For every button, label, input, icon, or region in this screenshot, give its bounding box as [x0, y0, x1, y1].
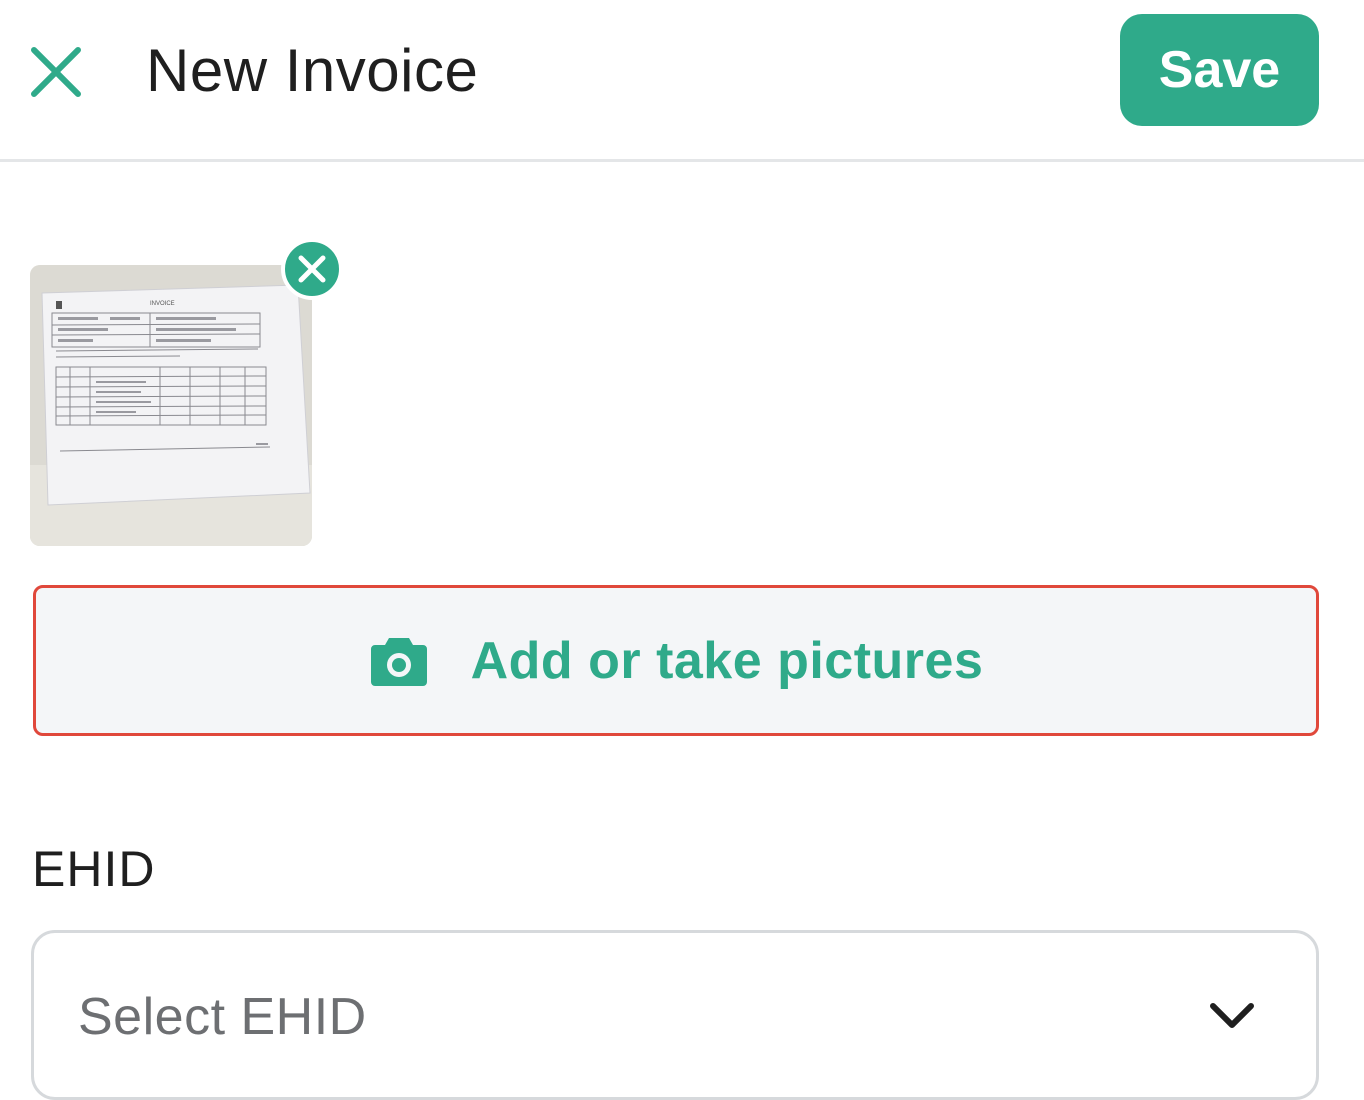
chevron-down-icon — [1210, 1003, 1254, 1028]
add-pictures-button[interactable]: Add or take pictures — [33, 585, 1319, 736]
remove-circle-icon — [298, 255, 326, 283]
ehid-placeholder: Select EHID — [78, 988, 367, 1046]
close-icon[interactable] — [28, 44, 84, 100]
add-pictures-label: Add or take pictures — [470, 631, 984, 690]
thumbnail-heading: INVOICE — [150, 301, 175, 307]
save-button[interactable]: Save — [1120, 14, 1319, 126]
camera-icon — [370, 637, 427, 686]
top-bar: New Invoice Save — [0, 0, 1364, 162]
ehid-select[interactable]: Select EHID — [31, 930, 1319, 1100]
ehid-label: EHID — [32, 841, 156, 897]
page-title: New Invoice — [146, 37, 479, 104]
invoice-thumbnail[interactable]: INVOICE — [30, 265, 312, 546]
remove-attachment-button[interactable] — [281, 238, 343, 300]
